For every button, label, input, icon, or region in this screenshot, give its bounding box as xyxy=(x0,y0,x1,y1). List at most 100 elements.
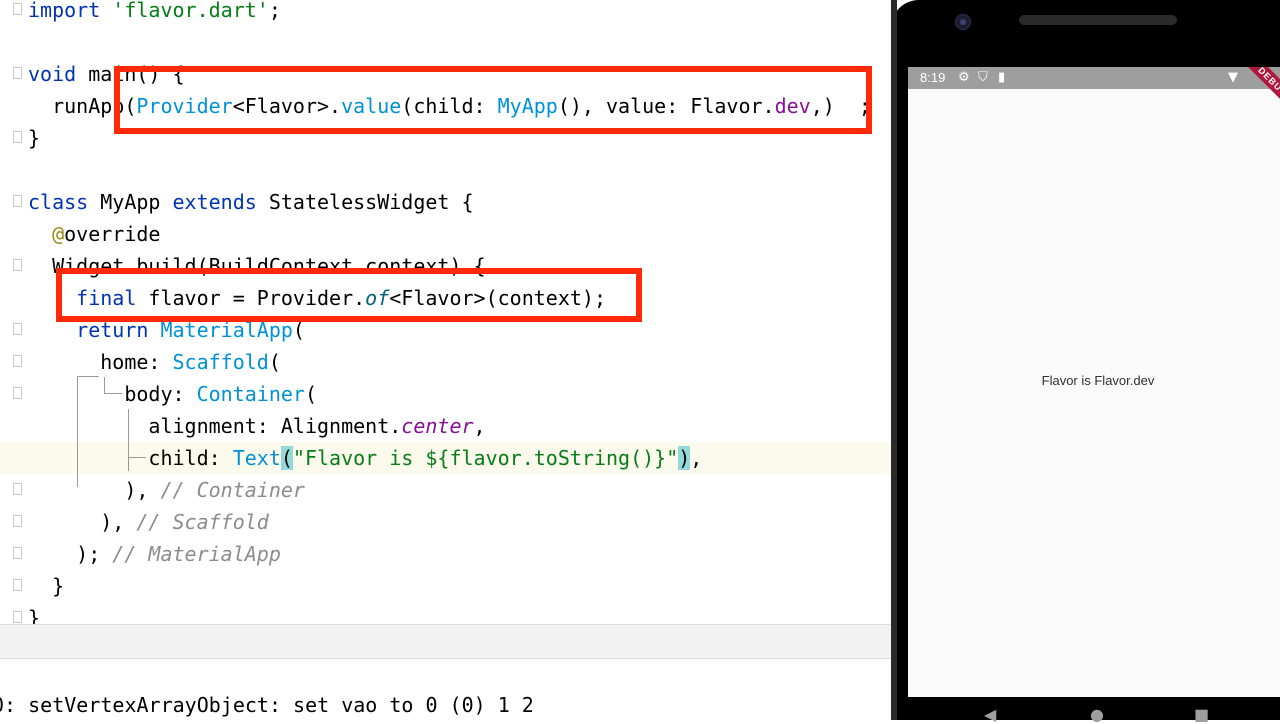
code-line[interactable]: class MyApp extends StatelessWidget { xyxy=(0,186,891,218)
speaker-grille xyxy=(1019,15,1177,25)
status-time: 8:19 xyxy=(920,70,946,85)
code-token: } xyxy=(28,126,41,150)
shield-icon: ⛉ xyxy=(978,70,988,85)
device-frame-edge xyxy=(891,0,897,720)
indent-guide xyxy=(77,376,99,377)
back-button[interactable]: ◀ xyxy=(984,705,996,724)
code-token: ); xyxy=(28,542,113,566)
code-text: } xyxy=(28,602,40,624)
console-output-line: 0: setVertexArrayObject: set vao to 0 (0… xyxy=(0,693,534,717)
code-line[interactable]: child: Text("Flavor is ${flavor.toString… xyxy=(0,442,891,474)
code-token: Scaffold xyxy=(172,350,269,374)
code-text: import 'flavor.dart'; xyxy=(28,0,281,26)
camera-icon xyxy=(955,14,971,30)
recents-button[interactable]: ■ xyxy=(1194,705,1209,724)
fold-marker-icon[interactable] xyxy=(13,195,22,207)
code-token: child: xyxy=(28,446,233,470)
indent-guide xyxy=(104,377,105,393)
code-token: center xyxy=(401,414,474,438)
fold-marker-icon[interactable] xyxy=(13,131,22,143)
editor-breadcrumb-bar xyxy=(0,624,891,658)
code-token: ), xyxy=(28,510,137,534)
code-token: , xyxy=(690,446,703,470)
emulator-screen[interactable]: 8:19 ⚙ ⛉ ▮ ▼ ▮ DEBUG Flavor is Flavor.de… xyxy=(908,67,1280,697)
highlight-box-provider-of xyxy=(56,268,642,322)
code-token: ; xyxy=(268,0,281,22)
highlight-box-provider-value xyxy=(114,66,872,134)
fold-marker-icon[interactable] xyxy=(13,355,22,367)
code-token: ) xyxy=(678,446,691,470)
indent-guide xyxy=(77,377,78,487)
code-token: // Container xyxy=(160,478,305,502)
indent-guide xyxy=(128,409,129,471)
android-status-bar: 8:19 ⚙ ⛉ ▮ ▼ ▮ xyxy=(908,67,1280,89)
fold-marker-icon[interactable] xyxy=(13,547,22,559)
code-token: } xyxy=(28,574,65,598)
code-token: , xyxy=(473,414,486,438)
code-text: } xyxy=(28,122,40,154)
flavor-text: Flavor is Flavor.dev xyxy=(1041,373,1155,388)
code-token: ( xyxy=(268,350,281,374)
wifi-icon: ▼ xyxy=(1228,70,1238,85)
code-line[interactable]: } xyxy=(0,570,891,602)
indent-guide xyxy=(128,457,146,458)
code-token: body: xyxy=(28,382,197,406)
fold-marker-icon[interactable] xyxy=(13,579,22,591)
fold-marker-icon[interactable] xyxy=(13,483,22,495)
fold-marker-icon[interactable] xyxy=(13,611,22,623)
code-line[interactable]: @override xyxy=(0,218,891,250)
sd-card-icon: ▮ xyxy=(998,70,1006,85)
code-token: // MaterialApp xyxy=(112,542,281,566)
code-text: alignment: Alignment.center, xyxy=(28,410,486,442)
android-nav-bar: ◀ ● ■ xyxy=(908,697,1280,724)
gear-icon: ⚙ xyxy=(958,70,970,85)
indent-guide xyxy=(104,393,122,394)
code-line[interactable]: body: Container( xyxy=(0,378,891,410)
code-token: MyApp xyxy=(100,190,173,214)
fold-marker-icon[interactable] xyxy=(13,387,22,399)
code-line[interactable] xyxy=(0,154,891,186)
code-token: runApp xyxy=(28,94,125,118)
code-line[interactable]: ), // Container xyxy=(0,474,891,506)
code-text: child: Text("Flavor is ${flavor.toString… xyxy=(28,442,702,474)
code-token: @ xyxy=(52,222,65,246)
home-button[interactable]: ● xyxy=(1090,705,1104,724)
code-token: ), xyxy=(28,478,161,502)
code-editor[interactable]: import 'flavor.dart'; void main() { runAp… xyxy=(0,0,891,624)
code-token: class xyxy=(28,190,101,214)
code-line[interactable]: } xyxy=(0,602,891,624)
code-line[interactable]: alignment: Alignment.center, xyxy=(0,410,891,442)
code-token: "Flavor is ${flavor.toString()}" xyxy=(292,446,679,470)
fold-marker-icon[interactable] xyxy=(13,67,22,79)
code-text: class MyApp extends StatelessWidget { xyxy=(28,186,474,218)
code-line[interactable]: import 'flavor.dart'; xyxy=(0,0,891,26)
code-token: void xyxy=(28,62,89,86)
code-token: } xyxy=(28,606,41,624)
code-line[interactable]: ); // MaterialApp xyxy=(0,538,891,570)
code-token: Text xyxy=(232,446,281,470)
code-token: extends xyxy=(172,190,269,214)
code-line[interactable] xyxy=(0,26,891,58)
code-text: @override xyxy=(28,218,160,250)
fold-marker-icon[interactable] xyxy=(13,259,22,271)
fold-marker-icon[interactable] xyxy=(13,323,22,335)
code-text: ), // Scaffold xyxy=(28,506,269,538)
code-token: alignment: Alignment. xyxy=(28,414,402,438)
code-token: Container xyxy=(196,382,305,406)
code-line[interactable]: home: Scaffold( xyxy=(0,346,891,378)
code-token: StatelessWidget { xyxy=(268,190,474,214)
code-token: 'flavor.dart' xyxy=(112,0,269,22)
code-token: home: xyxy=(28,350,173,374)
run-console[interactable]: 0: setVertexArrayObject: set vao to 0 (0… xyxy=(0,658,891,720)
fold-marker-icon[interactable] xyxy=(13,3,22,15)
code-token: ( xyxy=(280,446,293,470)
code-text: } xyxy=(28,570,64,602)
code-text: ); // MaterialApp xyxy=(28,538,281,570)
code-line[interactable]: ), // Scaffold xyxy=(0,506,891,538)
code-text: home: Scaffold( xyxy=(28,346,281,378)
fold-marker-icon[interactable] xyxy=(13,515,22,527)
code-text: body: Container( xyxy=(28,378,317,410)
code-token: // Scaffold xyxy=(136,510,269,534)
code-text: ), // Container xyxy=(28,474,305,506)
